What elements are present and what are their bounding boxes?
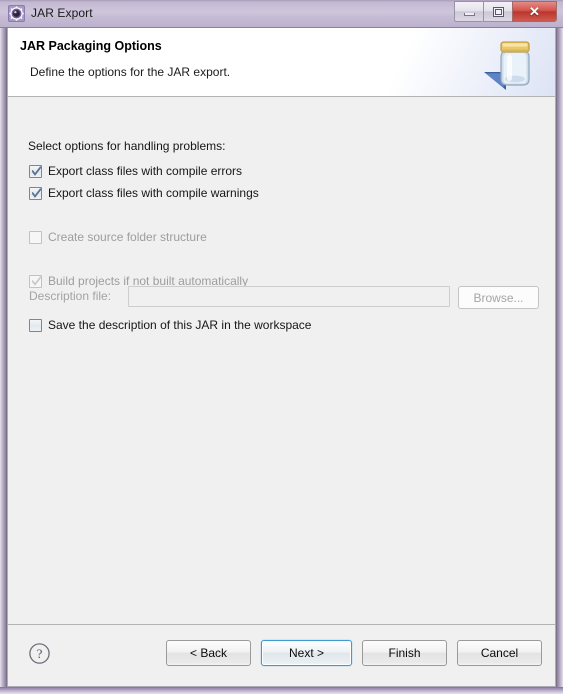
finish-button[interactable]: Finish xyxy=(362,640,447,666)
gear-icon xyxy=(8,5,25,22)
minimize-icon xyxy=(464,13,475,16)
checkbox-create-source-folder-structure: Create source folder structure xyxy=(29,228,207,246)
maximize-button[interactable] xyxy=(483,1,512,22)
window-border-bottom xyxy=(0,687,563,694)
browse-button[interactable]: Browse... xyxy=(458,286,539,309)
description-file-label: Description file: xyxy=(29,289,112,303)
checkbox-label: Export class files with compile warnings xyxy=(48,186,259,200)
page-title: JAR Packaging Options xyxy=(20,39,162,53)
options-group-label: Select options for handling problems: xyxy=(28,139,226,153)
checkbox-export-compile-warnings[interactable]: Export class files with compile warnings xyxy=(29,184,259,202)
checkbox-label: Create source folder structure xyxy=(48,230,207,244)
options-body: Select options for handling problems: Ex… xyxy=(8,97,555,626)
cancel-button[interactable]: Cancel xyxy=(457,640,542,666)
window-border-left xyxy=(0,0,7,694)
window-frame: JAR Export ✕ JAR Packaging Options Defin… xyxy=(0,0,563,694)
window-title: JAR Export xyxy=(31,6,93,20)
back-button[interactable]: < Back xyxy=(166,640,251,666)
title-bar[interactable]: JAR Export ✕ xyxy=(0,0,563,28)
jar-export-icon xyxy=(482,34,544,92)
page-description: Define the options for the JAR export. xyxy=(30,65,231,79)
checkbox-save-description-in-workspace[interactable]: Save the description of this JAR in the … xyxy=(29,316,311,334)
description-file-input[interactable] xyxy=(128,286,450,307)
window-border-right xyxy=(556,0,563,694)
checkmark-icon xyxy=(32,187,41,198)
checkbox-label: Export class files with compile errors xyxy=(48,164,243,178)
next-button[interactable]: Next > xyxy=(261,640,352,666)
close-icon: ✕ xyxy=(529,4,540,19)
checkbox-box xyxy=(29,230,42,244)
dialog-footer: ? < Back Next > Finish Cancel xyxy=(8,624,555,686)
minimize-button[interactable] xyxy=(454,1,483,22)
dialog-button-row: < Back Next > Finish Cancel xyxy=(166,640,542,666)
checkmark-icon xyxy=(32,275,41,286)
help-icon[interactable]: ? xyxy=(28,642,51,665)
svg-text:?: ? xyxy=(37,646,43,661)
checkbox-box[interactable] xyxy=(29,164,42,178)
checkmark-icon xyxy=(32,165,41,176)
checkbox-label: Save the description of this JAR in the … xyxy=(48,318,312,332)
description-file-row: Description file: Browse... xyxy=(29,286,539,309)
page-header: JAR Packaging Options Define the options… xyxy=(8,28,555,97)
checkbox-export-compile-errors[interactable]: Export class files with compile errors xyxy=(29,162,242,180)
window-controls: ✕ xyxy=(454,1,557,22)
close-button[interactable]: ✕ xyxy=(512,1,557,22)
checkbox-box[interactable] xyxy=(29,318,42,332)
dialog-client-area: JAR Packaging Options Define the options… xyxy=(7,28,556,687)
checkbox-box[interactable] xyxy=(29,186,42,200)
maximize-icon xyxy=(493,7,504,17)
